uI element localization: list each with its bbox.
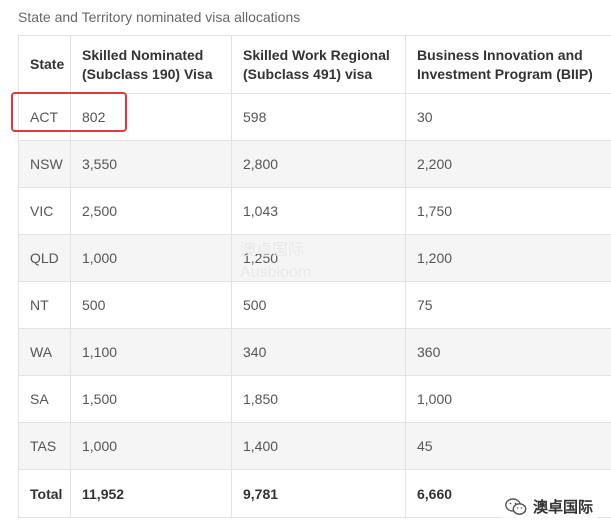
biip-cell: 1,750	[405, 187, 611, 235]
table-row: QLD 1,000 1,250 1,200	[18, 234, 611, 282]
total-subclass-491: 9,781	[231, 469, 406, 518]
wechat-icon	[505, 497, 527, 516]
table-row: TAS 1,000 1,400 45	[18, 422, 611, 470]
state-cell: VIC	[18, 187, 71, 235]
subclass-491-cell: 1,850	[231, 375, 406, 423]
column-header-biip: Business Innovation and Investment Progr…	[405, 35, 611, 94]
state-cell: WA	[18, 328, 71, 376]
biip-cell: 1,000	[405, 375, 611, 423]
table-row: SA 1,500 1,850 1,000	[18, 375, 611, 423]
biip-cell: 1,200	[405, 234, 611, 282]
subclass-190-cell: 1,000	[70, 234, 232, 282]
subclass-190-cell: 1,500	[70, 375, 232, 423]
total-label: Total	[18, 469, 71, 518]
table-caption: State and Territory nominated visa alloc…	[18, 9, 301, 25]
biip-cell: 45	[405, 422, 611, 470]
table-row: WA 1,100 340 360	[18, 328, 611, 376]
biip-cell: 2,200	[405, 140, 611, 188]
table-header-row: State Skilled Nominated (Subclass 190) V…	[18, 35, 611, 94]
subclass-491-cell: 1,043	[231, 187, 406, 235]
state-cell: SA	[18, 375, 71, 423]
table-row: VIC 2,500 1,043 1,750	[18, 187, 611, 235]
watermark-line-1: 澳卓国际	[240, 242, 305, 259]
state-cell: ACT	[18, 93, 71, 141]
table-row: ACT 802 598 30	[18, 93, 611, 141]
state-cell: QLD	[18, 234, 71, 282]
wechat-account-name: 澳卓国际	[532, 499, 593, 516]
subclass-491-cell: 1,400	[231, 422, 406, 470]
state-cell: TAS	[18, 422, 71, 470]
column-header-subclass-491: Skilled Work Regional (Subclass 491) vis…	[231, 35, 406, 94]
biip-cell: 30	[405, 93, 611, 141]
subclass-491-cell: 598	[231, 93, 406, 141]
wechat-account-badge: 澳卓国际	[500, 494, 597, 519]
subclass-190-cell: 802	[70, 93, 232, 141]
visa-allocations-table: State Skilled Nominated (Subclass 190) V…	[18, 35, 611, 518]
subclass-491-cell: 340	[231, 328, 406, 376]
subclass-190-cell: 1,000	[70, 422, 232, 470]
state-cell: NT	[18, 281, 71, 329]
subclass-491-cell: 500	[231, 281, 406, 329]
state-cell: NSW	[18, 140, 71, 188]
subclass-190-cell: 500	[70, 281, 232, 329]
column-header-subclass-190: Skilled Nominated (Subclass 190) Visa	[70, 35, 232, 94]
total-subclass-190: 11,952	[70, 469, 232, 518]
subclass-190-cell: 3,550	[70, 140, 232, 188]
biip-cell: 75	[405, 281, 611, 329]
subclass-190-cell: 2,500	[70, 187, 232, 235]
subclass-190-cell: 1,100	[70, 328, 232, 376]
biip-cell: 360	[405, 328, 611, 376]
table-row: NSW 3,550 2,800 2,200	[18, 140, 611, 188]
watermark-line-2: Ausbloom	[240, 264, 312, 281]
watermark: 澳卓国际 Ausbloom	[240, 240, 311, 284]
subclass-491-cell: 2,800	[231, 140, 406, 188]
table-row: NT 500 500 75	[18, 281, 611, 329]
column-header-state: State	[18, 35, 71, 94]
